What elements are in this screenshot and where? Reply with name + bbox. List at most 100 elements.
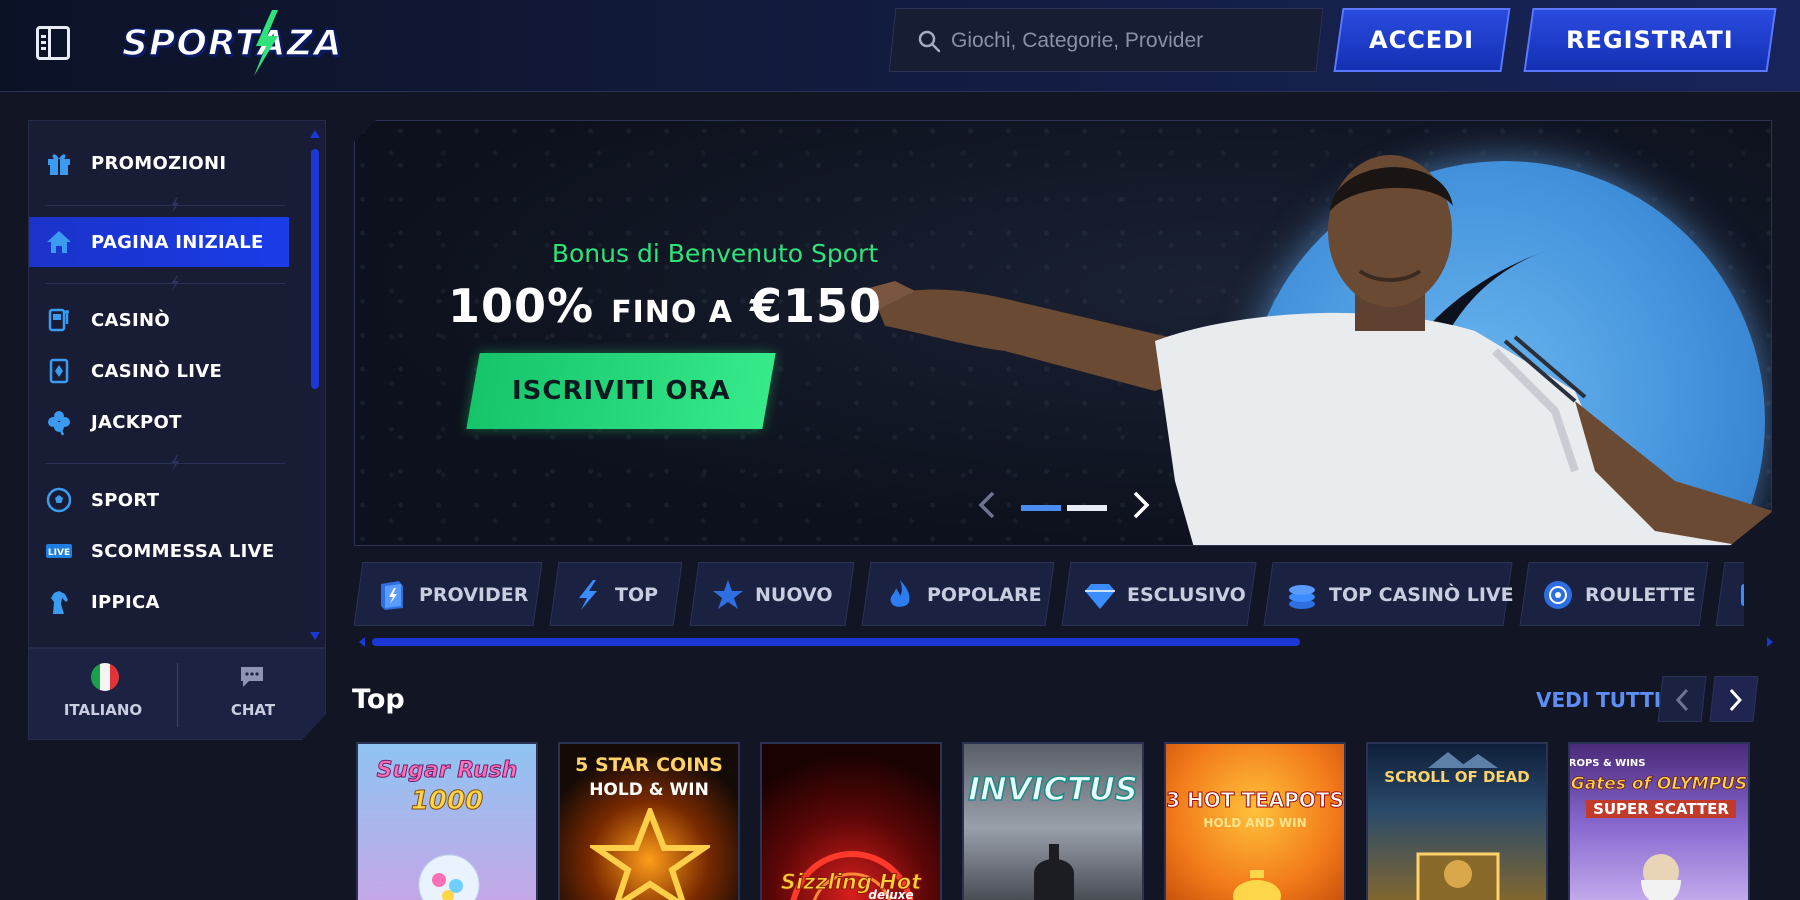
- game-tile-5-star-coins[interactable]: 5 STAR COINS HOLD & WIN: [558, 742, 740, 900]
- pharaoh-image: [1416, 852, 1500, 900]
- login-button-label: ACCEDI: [1369, 26, 1475, 54]
- sidebar-item-label: PROMOZIONI: [91, 152, 227, 174]
- category-provider[interactable]: PROVIDER: [354, 562, 543, 626]
- chat-button[interactable]: CHAT: [179, 649, 326, 740]
- nav-separator: [45, 463, 285, 464]
- sidebar-item-label: SPORT: [91, 489, 160, 511]
- sidebar-item-promozioni[interactable]: PROMOZIONI: [29, 138, 289, 188]
- category-popolare[interactable]: POPOLARE: [861, 562, 1055, 626]
- language-button[interactable]: ITALIANO: [29, 649, 177, 740]
- game-tile-3-hot-teapots[interactable]: 3 HOT TEAPOTS HOLD AND WIN: [1164, 742, 1346, 900]
- search-input[interactable]: [951, 9, 1291, 73]
- sportaza-logo[interactable]: SPORTAZA: [121, 14, 342, 74]
- carousel-prev-button[interactable]: [1657, 676, 1707, 722]
- game-tile-gates-of-olympus[interactable]: DROPS & WINS Gates of OLYMPUS SUPER SCAT…: [1568, 742, 1750, 900]
- sidebar-item-casino-live[interactable]: CASINÒ LIVE: [29, 346, 289, 396]
- sidebar-toggle-icon[interactable]: [36, 26, 70, 60]
- game-subtitle: HOLD & WIN: [589, 780, 709, 800]
- logo-bolt-icon: [254, 10, 278, 76]
- sidebar-item-label: SCOMMESSA LIVE: [91, 540, 275, 562]
- home-icon: [47, 231, 71, 253]
- roulette-icon: [1544, 581, 1572, 609]
- sidebar-item-label: JACKPOT: [91, 411, 182, 433]
- sidebar-item-ippica[interactable]: IPPICA: [29, 577, 289, 627]
- game-tile-scroll-of-dead[interactable]: SCROLL OF DEAD: [1366, 742, 1548, 900]
- sidebar-scrollbar[interactable]: [311, 149, 319, 389]
- sidebar-nav: PROMOZIONI PAGINA INIZIALE CASINÒ CASINÒ…: [28, 120, 326, 648]
- search-icon: [918, 30, 941, 53]
- sidebar-item-label: CASINÒ LIVE: [91, 360, 223, 382]
- italy-flag-icon: [91, 663, 119, 691]
- sidebar-item-sport[interactable]: SPORT: [29, 475, 289, 525]
- carousel-next-button[interactable]: [1709, 676, 1759, 722]
- category-esclusivo[interactable]: ESCLUSIVO: [1061, 562, 1257, 626]
- game-title: 5 STAR COINS: [575, 754, 723, 776]
- game-subtitle: deluxe: [868, 888, 914, 900]
- category-label: NUOVO: [755, 584, 833, 606]
- game-title: Sugar Rush: [376, 758, 518, 784]
- language-label: ITALIANO: [63, 701, 143, 719]
- category-roulette[interactable]: ROULETTE: [1519, 562, 1709, 626]
- hero-banner[interactable]: Bonus di Benvenuto Sport 100% FINO A €15…: [354, 120, 1772, 546]
- svg-text:LIVE: LIVE: [48, 548, 70, 558]
- category-label: ESCLUSIVO: [1127, 584, 1246, 606]
- nav-separator: [45, 283, 285, 284]
- register-button[interactable]: REGISTRATI: [1523, 8, 1777, 72]
- category-label: TOP CASINÒ LIVE: [1329, 584, 1514, 606]
- category-label: ROULETTE: [1585, 584, 1696, 606]
- book-icon: [381, 581, 403, 610]
- category-top-casino-live[interactable]: TOP CASINÒ LIVE: [1263, 562, 1514, 626]
- category-bar: PROVIDER TOP NUOVO POPOLARE ESCLUSIVO TO…: [354, 562, 1744, 628]
- card-diamond-icon: [49, 358, 69, 384]
- chevron-left-icon: [1675, 688, 1689, 712]
- category-top[interactable]: TOP: [549, 562, 683, 626]
- game-tile-invictus[interactable]: INVICTUS: [962, 742, 1144, 900]
- category-scrollbar[interactable]: [372, 638, 1300, 646]
- chevron-right-icon: [1729, 688, 1742, 712]
- slide-indicator-2[interactable]: [1067, 505, 1107, 511]
- scroll-up-icon[interactable]: [309, 129, 321, 139]
- football-player-image: [865, 155, 1771, 545]
- zeus-image: [1641, 854, 1681, 900]
- gift-icon: [48, 154, 70, 175]
- nav-separator: [45, 205, 285, 206]
- sidebar-item-jackpot[interactable]: JACKPOT: [29, 397, 289, 447]
- footer-divider: [177, 663, 178, 727]
- pyramid-icon: [1428, 752, 1498, 768]
- game-title: SCROLL OF DEAD: [1384, 768, 1530, 786]
- chat-label: CHAT: [230, 701, 276, 719]
- see-all-link[interactable]: VEDI TUTTI: [1536, 688, 1661, 712]
- game-tile-sugar-rush[interactable]: Sugar Rush 1000: [356, 742, 538, 900]
- game-badge: DROPS & WINS: [1568, 758, 1646, 769]
- scroll-left-icon[interactable]: [358, 636, 366, 648]
- chips-icon: [1289, 585, 1315, 609]
- teapot-image: [1233, 870, 1281, 900]
- live-badge-icon: LIVE: [46, 544, 72, 558]
- chevron-right-icon[interactable]: [1131, 489, 1151, 521]
- scroll-down-icon[interactable]: [309, 631, 321, 641]
- login-button[interactable]: ACCEDI: [1333, 8, 1511, 72]
- search-box[interactable]: [888, 8, 1324, 73]
- slide-indicator-1[interactable]: [1021, 505, 1061, 511]
- sidebar-item-casino[interactable]: CASINÒ: [29, 295, 289, 345]
- soccer-ball-icon: [46, 487, 72, 513]
- signup-now-button[interactable]: ISCRIVITI ORA: [466, 353, 776, 429]
- category-nuovo[interactable]: NUOVO: [689, 562, 855, 626]
- hero-title: 100% FINO A €150: [405, 279, 925, 333]
- chat-icon: [241, 667, 263, 687]
- chevron-left-icon[interactable]: [977, 489, 997, 521]
- game-title: Gates of OLYMPUS: [1570, 774, 1748, 795]
- gumball-image: [418, 854, 480, 900]
- category-more[interactable]: [1715, 562, 1744, 626]
- game-tile-sizzling-hot[interactable]: Sizzling Hot deluxe: [760, 742, 942, 900]
- section-title-top: Top: [352, 684, 405, 715]
- game-subtitle: 1000: [410, 786, 484, 817]
- scroll-right-icon[interactable]: [1766, 636, 1774, 648]
- game-title: 3 HOT TEAPOTS: [1166, 788, 1344, 813]
- sidebar-item-pagina-iniziale[interactable]: PAGINA INIZIALE: [29, 217, 289, 267]
- dice-icon: [1741, 584, 1744, 606]
- register-button-label: REGISTRATI: [1566, 26, 1734, 54]
- horse-icon: [51, 591, 68, 614]
- sidebar-item-label: IPPICA: [91, 591, 160, 613]
- sidebar-item-scommessa-live[interactable]: LIVE SCOMMESSA LIVE: [29, 526, 289, 576]
